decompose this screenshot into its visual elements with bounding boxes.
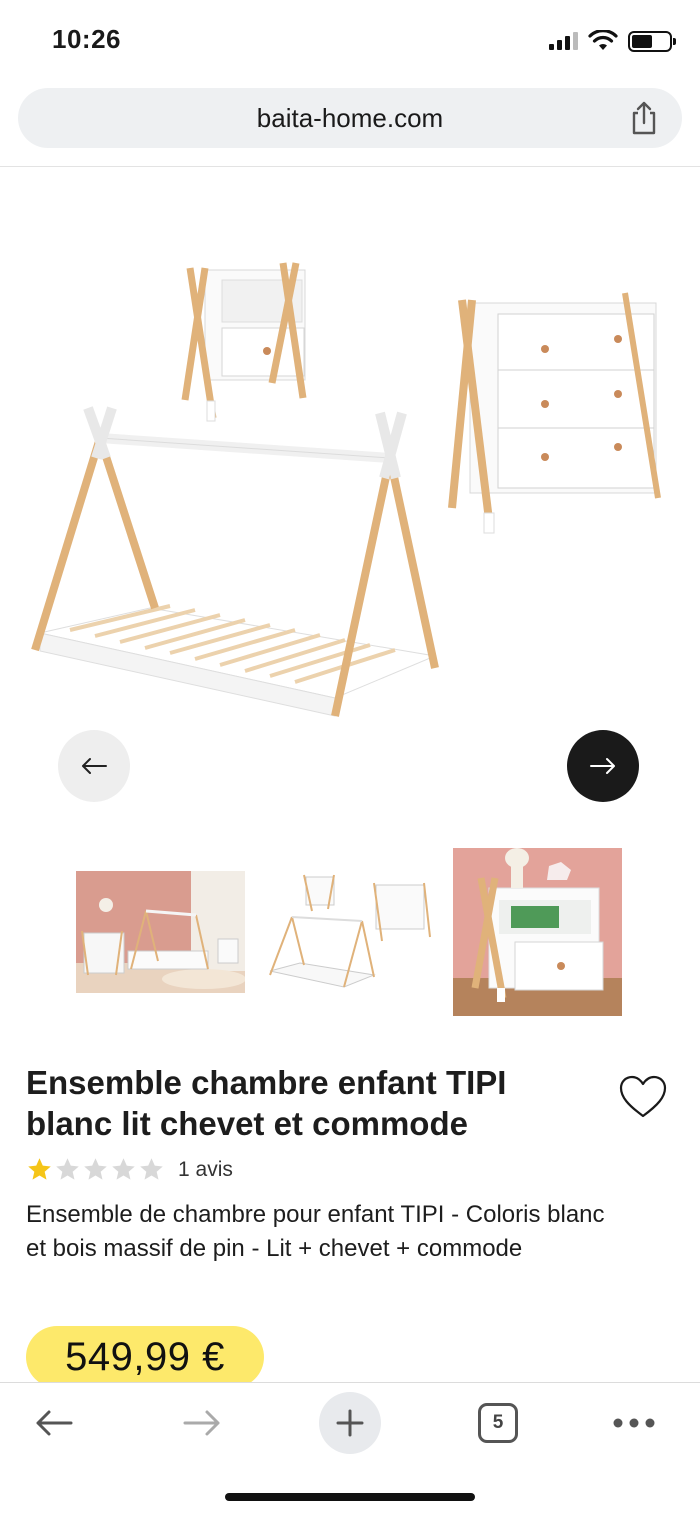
review-count[interactable]: 1 avis — [178, 1158, 233, 1182]
description-line1: Ensemble de chambre pour enfant TIPI - C… — [26, 1201, 605, 1228]
star-empty-icon — [112, 1158, 135, 1180]
status-icons — [549, 30, 676, 52]
previous-image-button[interactable] — [58, 730, 130, 802]
more-dots-icon — [613, 1418, 655, 1428]
arrow-left-icon — [82, 758, 107, 774]
home-indicator — [225, 1493, 475, 1501]
star-empty-icon — [84, 1158, 107, 1180]
battery-icon — [628, 30, 676, 52]
description-line2: et bois massif de pin - Lit + chevet + c… — [26, 1235, 523, 1262]
star-empty-icon — [56, 1158, 79, 1180]
new-tab-button[interactable] — [318, 1391, 382, 1455]
new-tab-circle — [319, 1392, 381, 1454]
nightstand-illustration — [181, 262, 307, 422]
back-arrow-icon — [36, 1410, 73, 1436]
plus-icon — [336, 1409, 364, 1437]
next-image-button[interactable] — [567, 730, 639, 802]
forward-arrow-icon — [183, 1410, 220, 1436]
heart-icon[interactable] — [618, 1074, 668, 1120]
product-title: Ensemble chambre enfant TIPI blanc lit c… — [26, 1062, 586, 1144]
address-bar[interactable]: baita-home.com — [18, 88, 682, 148]
share-icon[interactable] — [628, 100, 660, 136]
divider — [0, 166, 700, 167]
cellular-signal-icon — [549, 32, 578, 50]
thumbnail-nightstand-closeup[interactable] — [453, 848, 622, 1016]
url-text[interactable]: baita-home.com — [18, 103, 682, 134]
thumbnail-dimension-diagram[interactable] — [264, 871, 434, 993]
product-title-line1: Ensemble chambre enfant TIPI — [26, 1064, 507, 1101]
product-description: Ensemble de chambre pour enfant TIPI - C… — [26, 1198, 686, 1266]
arrow-right-icon — [590, 758, 615, 774]
more-menu-button[interactable] — [602, 1391, 666, 1455]
tab-count: 5 — [478, 1403, 518, 1443]
thumbnail-room-scene[interactable] — [76, 871, 245, 993]
forward-button[interactable] — [170, 1391, 234, 1455]
status-bar: 10:26 — [0, 0, 700, 86]
wifi-icon — [588, 30, 618, 50]
product-main-image[interactable] — [0, 168, 700, 808]
back-button[interactable] — [22, 1391, 86, 1455]
star-rating — [26, 1156, 165, 1183]
tipi-bed-illustration — [31, 406, 439, 717]
tab-switcher-button[interactable]: 5 — [466, 1391, 530, 1455]
rating[interactable]: 1 avis — [26, 1156, 233, 1183]
status-time: 10:26 — [52, 24, 121, 54]
dresser-illustration — [448, 292, 661, 534]
product-price: 549,99 € — [26, 1326, 264, 1388]
star-filled-icon — [28, 1158, 51, 1180]
product-title-line2: blanc lit chevet et commode — [26, 1105, 468, 1142]
star-empty-icon — [140, 1158, 163, 1180]
